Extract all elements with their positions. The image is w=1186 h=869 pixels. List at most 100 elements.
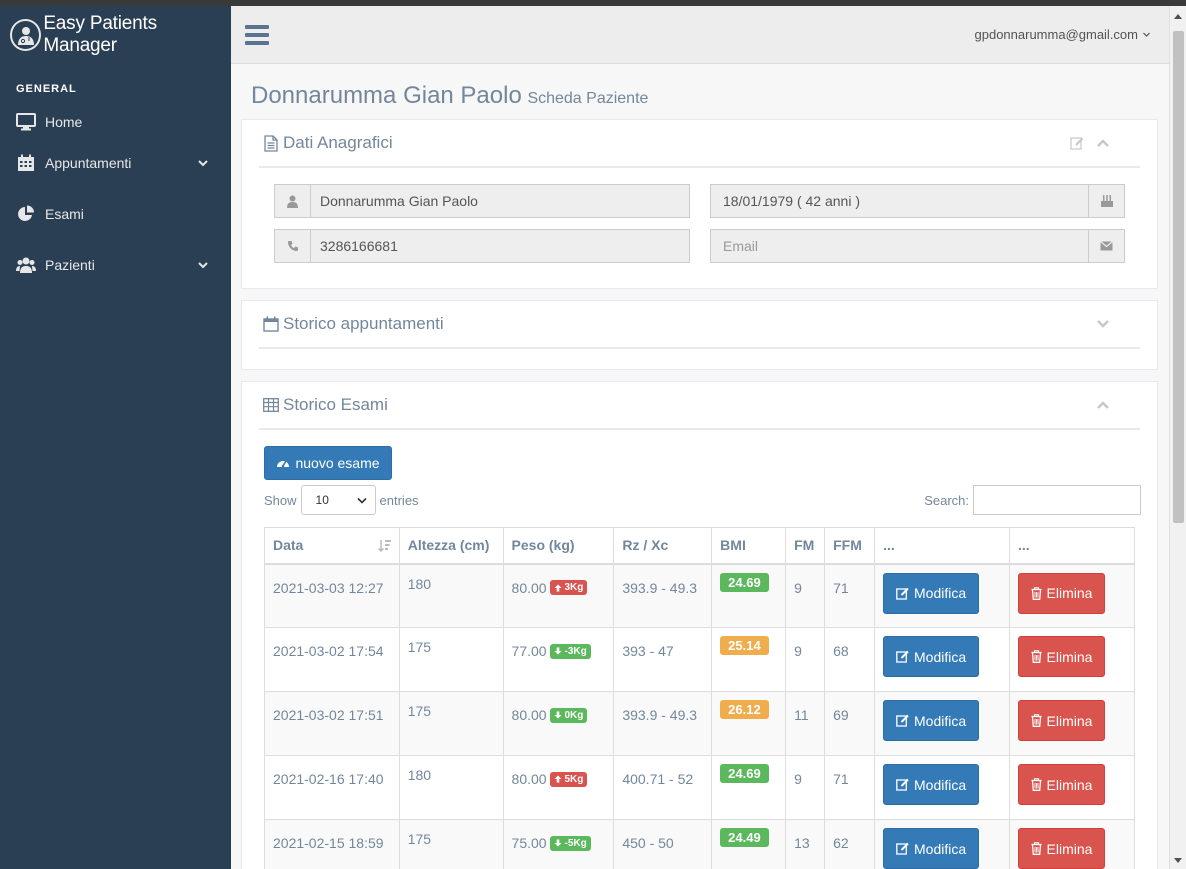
- ffm-value: 71: [833, 579, 849, 596]
- col-altezza[interactable]: Altezza (cm): [398, 527, 504, 565]
- rzxc-value: 393 - 47: [622, 643, 674, 659]
- email-placeholder: Email: [723, 238, 759, 254]
- birthdate-field[interactable]: 18/01/1979 ( 42 anni ): [710, 184, 1125, 218]
- panel-tools: [1070, 136, 1136, 150]
- cell-edit: Modifica: [874, 755, 1010, 820]
- rzxc-value: 450 - 50: [622, 835, 674, 851]
- edit-icon: [896, 778, 909, 791]
- exam-date: 2021-03-03 12:27: [273, 579, 384, 596]
- search-control: Search:: [924, 485, 1141, 515]
- col-bmi[interactable]: BMI: [711, 527, 787, 565]
- cell-ffm: 62: [824, 819, 876, 869]
- edit-button[interactable]: Modifica: [883, 828, 980, 869]
- sidebar-item-home[interactable]: Home: [0, 107, 231, 137]
- desktop-icon: [16, 112, 36, 132]
- col-ffm[interactable]: FFM: [824, 527, 876, 565]
- weight-value: 77.00: [511, 643, 547, 659]
- col-data[interactable]: Data: [264, 527, 400, 565]
- cell-data: 2021-03-02 17:54: [264, 627, 400, 692]
- delete-button[interactable]: Elimina: [1017, 828, 1105, 869]
- chevron-up-icon[interactable]: [1096, 138, 1110, 148]
- cell-peso: 80.00 0Kg: [502, 691, 615, 756]
- cell-fm: 9: [785, 755, 826, 820]
- chevron-down-icon[interactable]: [1096, 319, 1110, 329]
- table-row: 2021-02-15 18:59 175 75.00 -5Kg 450 - 50 24.…: [264, 819, 1136, 869]
- page-length-select[interactable]: 10: [300, 485, 376, 515]
- edit-button[interactable]: Modifica: [883, 700, 980, 741]
- weight-value: 80.00: [511, 579, 547, 596]
- envelope-icon: [1088, 230, 1124, 262]
- delete-button[interactable]: Elimina: [1017, 700, 1105, 741]
- arrow-up-icon: [554, 775, 562, 783]
- brand[interactable]: Easy Patients Manager: [0, 6, 231, 64]
- cell-edit: Modifica: [874, 819, 1010, 869]
- cell-bmi: 25.14: [711, 627, 787, 692]
- col-rzxc[interactable]: Rz / Xc: [613, 527, 713, 565]
- delete-label: Elimina: [1046, 840, 1093, 857]
- arrow-up-icon: [554, 584, 562, 591]
- delete-label: Elimina: [1046, 648, 1093, 665]
- show-label: Show: [264, 492, 297, 508]
- user-icon: [275, 185, 311, 217]
- delete-button[interactable]: Elimina: [1017, 572, 1105, 614]
- cell-ffm: 71: [824, 755, 876, 820]
- search-input[interactable]: [973, 485, 1141, 515]
- weight-delta-value: 3Kg: [564, 582, 584, 593]
- table-row: 2021-03-02 17:51 175 80.00 0Kg 393.9 - 49.3…: [264, 691, 1136, 756]
- rzxc-value: 393.9 - 49.3: [622, 579, 698, 596]
- patient-name-heading: Donnarumma Gian Paolo: [251, 82, 522, 109]
- table-body: 2021-03-03 12:27 180 80.00 3Kg 393.9 - 49.3…: [264, 563, 1136, 869]
- cell-rzxc: 393.9 - 49.3: [613, 691, 713, 756]
- sidebar: Easy Patients Manager GENERAL Home Appun…: [0, 6, 231, 869]
- sidebar-item-label: Home: [45, 114, 83, 130]
- cell-bmi: 24.69: [711, 563, 787, 628]
- bmi-badge: 26.12: [720, 700, 769, 719]
- weight-delta-badge: -3Kg: [550, 643, 591, 659]
- fm-value: 9: [794, 579, 802, 596]
- ffm-value: 62: [833, 835, 849, 851]
- edit-button[interactable]: Modifica: [883, 764, 980, 805]
- phone-field[interactable]: 3286166681: [274, 229, 690, 263]
- scrollbar-thumb[interactable]: [1173, 31, 1184, 523]
- scroll-down-arrow-icon[interactable]: [1174, 858, 1182, 863]
- email-field[interactable]: Email: [710, 229, 1125, 263]
- new-exam-button[interactable]: nuovo esame: [264, 446, 392, 480]
- arrow-down-icon: [554, 839, 562, 847]
- chevron-up-icon[interactable]: [1096, 400, 1110, 410]
- cell-peso: 80.00 5Kg: [502, 755, 615, 820]
- panel-title: Storico Esami: [263, 395, 388, 415]
- edit-button[interactable]: Modifica: [883, 572, 980, 614]
- fm-value: 9: [794, 643, 802, 659]
- name-field[interactable]: Donnarumma Gian Paolo: [274, 184, 690, 218]
- calendar-icon: [16, 153, 36, 173]
- cell-data: 2021-03-03 12:27: [264, 563, 400, 628]
- search-label: Search:: [924, 492, 969, 508]
- bmi-badge: 24.49: [720, 828, 769, 847]
- delete-button[interactable]: Elimina: [1017, 764, 1105, 805]
- menu-toggle-icon[interactable]: [245, 24, 269, 45]
- edit-label: Modifica: [914, 712, 967, 729]
- cell-rzxc: 450 - 50: [613, 819, 713, 869]
- edit-icon[interactable]: [1070, 136, 1084, 150]
- scroll-up-arrow-icon[interactable]: [1174, 14, 1182, 19]
- col-fm[interactable]: FM: [785, 527, 826, 565]
- cell-bmi: 24.49: [711, 819, 787, 869]
- sidebar-item-pazienti[interactable]: Pazienti: [0, 239, 231, 290]
- col-actions-edit: ...: [874, 527, 1010, 565]
- user-menu[interactable]: gpdonnarumma@gmail.com: [975, 27, 1152, 42]
- trash-icon: [1031, 650, 1042, 663]
- delete-button[interactable]: Elimina: [1017, 636, 1105, 677]
- table-row: 2021-03-03 12:27 180 80.00 3Kg 393.9 - 49.3…: [264, 563, 1136, 628]
- col-peso[interactable]: Peso (kg): [502, 527, 615, 565]
- entries-label: entries: [379, 492, 419, 508]
- cell-fm: 13: [785, 819, 826, 869]
- vertical-scrollbar[interactable]: [1169, 6, 1186, 869]
- sidebar-item-appuntamenti[interactable]: Appuntamenti: [0, 137, 231, 188]
- panel-header: Storico Esami: [259, 382, 1140, 430]
- chevron-down-icon: [356, 497, 367, 504]
- edit-button[interactable]: Modifica: [883, 636, 980, 677]
- weight-delta-badge: 3Kg: [550, 580, 588, 595]
- cell-ffm: 69: [824, 691, 876, 756]
- panel-header: Storico appuntamenti: [259, 301, 1140, 349]
- sidebar-item-esami[interactable]: Esami: [0, 188, 231, 239]
